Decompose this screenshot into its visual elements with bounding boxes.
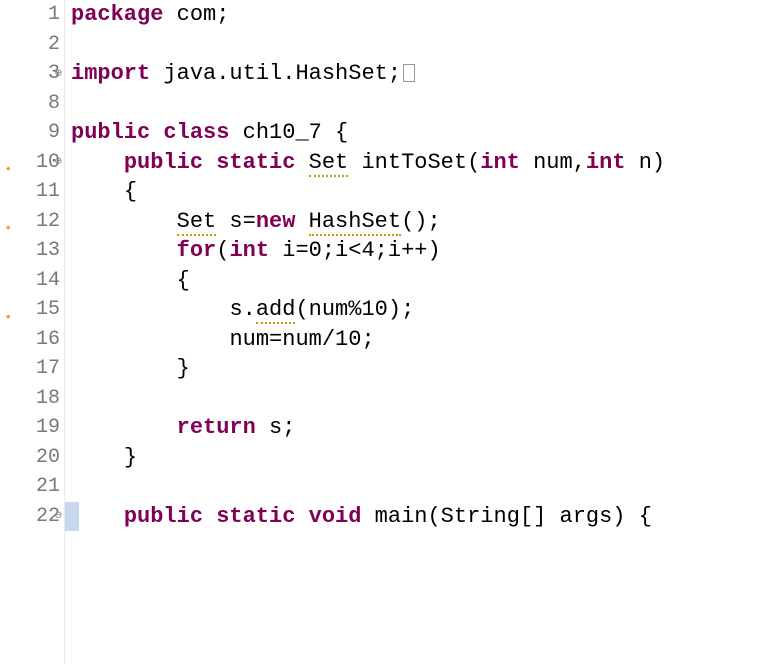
code-editor[interactable]: 123⊕8910🔸⊖1112🔸131415🔸16171819202122⊖ pa…	[0, 0, 758, 664]
code-line[interactable]: public static Set intToSet(int num,int n…	[71, 148, 758, 178]
line-number: 1	[0, 0, 60, 30]
code-token: s.	[229, 297, 255, 322]
code-token: int	[480, 150, 520, 175]
line-number: 19	[0, 413, 60, 443]
line-number: 11	[0, 177, 60, 207]
code-token	[295, 504, 308, 529]
code-line[interactable]: num=num/10;	[71, 325, 758, 355]
code-token: ();	[401, 209, 441, 234]
code-token: main(String[] args) {	[361, 504, 651, 529]
line-number: 20	[0, 443, 60, 473]
code-token: return	[177, 415, 256, 440]
code-token: java.util.HashSet;	[150, 61, 401, 86]
line-number: 21	[0, 472, 60, 502]
line-number: 17	[0, 354, 60, 384]
code-token: class	[163, 120, 229, 145]
code-token: static	[216, 504, 295, 529]
line-number: 16	[0, 325, 60, 355]
code-token: public	[124, 150, 203, 175]
warning-marker-icon: 🔸	[2, 304, 14, 316]
warning-marker-icon: 🔸	[2, 215, 14, 227]
code-token: int	[586, 150, 626, 175]
fold-collapse-icon[interactable]: ⊖	[55, 502, 62, 532]
line-number: 22⊖	[0, 502, 60, 532]
code-line[interactable]: {	[71, 177, 758, 207]
code-line[interactable]: {	[71, 266, 758, 296]
code-token	[295, 209, 308, 234]
line-number: 3⊕	[0, 59, 60, 89]
code-token: }	[124, 445, 137, 470]
code-token	[295, 150, 308, 175]
code-token: com;	[163, 2, 229, 27]
code-area[interactable]: package com; import java.util.HashSet; pub…	[65, 0, 758, 664]
code-token: (num%10);	[295, 297, 414, 322]
code-token: }	[177, 356, 190, 381]
code-token: for	[177, 238, 217, 263]
code-line[interactable]: package com;	[71, 0, 758, 30]
code-line[interactable]	[71, 472, 758, 502]
code-line[interactable]	[71, 30, 758, 60]
code-line[interactable]: import java.util.HashSet;	[71, 59, 758, 89]
code-token: i=0;i<4;i++)	[269, 238, 441, 263]
code-token: s;	[256, 415, 296, 440]
code-token	[203, 150, 216, 175]
code-token: public	[124, 504, 203, 529]
code-line[interactable]	[71, 384, 758, 414]
code-token	[150, 120, 163, 145]
code-line[interactable]	[71, 89, 758, 119]
code-line[interactable]: return s;	[71, 413, 758, 443]
code-token: public	[71, 120, 150, 145]
code-token: num=num/10;	[229, 327, 374, 352]
code-token: int	[229, 238, 269, 263]
fold-expand-icon[interactable]: ⊕	[55, 59, 62, 89]
line-number: 14	[0, 266, 60, 296]
line-number: 13	[0, 236, 60, 266]
line-number: 15🔸	[0, 295, 60, 325]
line-number: 8	[0, 89, 60, 119]
code-token	[203, 504, 216, 529]
code-line[interactable]: }	[71, 354, 758, 384]
code-token: Set	[177, 209, 217, 236]
fold-collapse-icon[interactable]: ⊖	[55, 148, 62, 178]
code-token: (	[216, 238, 229, 263]
code-token: static	[216, 150, 295, 175]
code-token: add	[256, 297, 296, 324]
code-token: package	[71, 2, 163, 27]
line-number-gutter: 123⊕8910🔸⊖1112🔸131415🔸16171819202122⊖	[0, 0, 65, 664]
code-line[interactable]: for(int i=0;i<4;i++)	[71, 236, 758, 266]
line-number: 10🔸⊖	[0, 148, 60, 178]
code-line[interactable]: public static void main(String[] args) {	[71, 502, 758, 532]
code-line[interactable]: }	[71, 443, 758, 473]
code-token: intToSet(	[348, 150, 480, 175]
code-token: {	[177, 268, 190, 293]
code-line[interactable]: Set s=new HashSet();	[71, 207, 758, 237]
selection-highlight	[65, 502, 79, 531]
line-number: 9	[0, 118, 60, 148]
code-token: {	[124, 179, 137, 204]
line-number: 18	[0, 384, 60, 414]
code-token: new	[256, 209, 296, 234]
folded-code-icon[interactable]	[403, 64, 415, 82]
code-token: HashSet	[309, 209, 401, 236]
warning-marker-icon: 🔸	[2, 156, 14, 168]
code-token: Set	[309, 150, 349, 177]
code-token: ch10_7 {	[229, 120, 348, 145]
code-token: num,	[520, 150, 586, 175]
line-number: 2	[0, 30, 60, 60]
code-token: import	[71, 61, 150, 86]
code-line[interactable]: public class ch10_7 {	[71, 118, 758, 148]
code-token: n)	[626, 150, 666, 175]
code-line[interactable]: s.add(num%10);	[71, 295, 758, 325]
code-token: s=	[216, 209, 256, 234]
line-number: 12🔸	[0, 207, 60, 237]
code-token: void	[309, 504, 362, 529]
